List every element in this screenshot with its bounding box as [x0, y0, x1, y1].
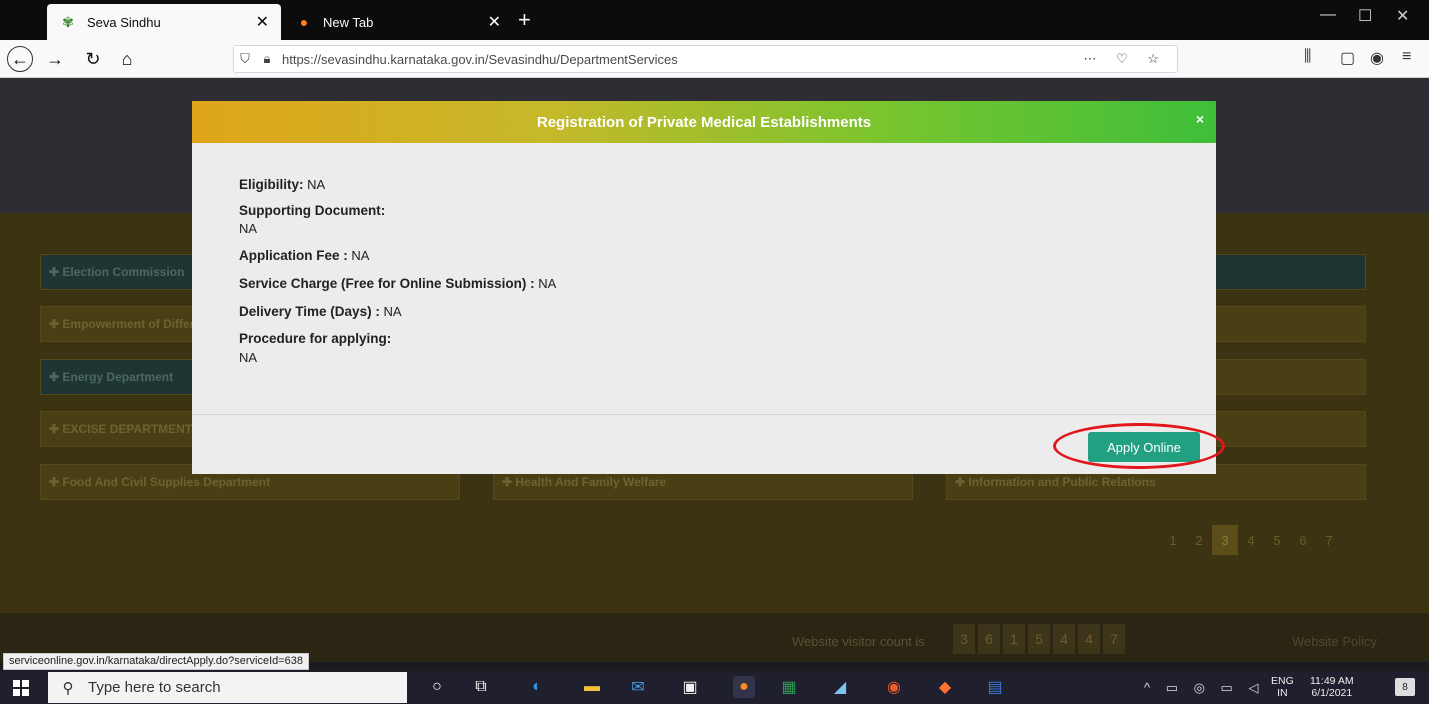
reload-icon[interactable]: ↻ — [80, 46, 106, 72]
close-window-icon[interactable]: ✕ — [1396, 6, 1409, 26]
page-6[interactable]: 6 — [1290, 525, 1316, 555]
visitor-count-label: Website visitor count is — [792, 634, 925, 649]
modal-divider — [192, 414, 1216, 415]
sidebar-icon[interactable]: ▢ — [1340, 48, 1355, 68]
pagination: 1 2 3 4 5 6 7 — [1160, 525, 1342, 555]
menu-icon[interactable]: ≡ — [1402, 48, 1411, 66]
visitor-digit: 1 — [1003, 624, 1025, 654]
annotation-highlight-circle — [1053, 423, 1225, 469]
tab-new-tab[interactable]: ● New Tab ✕ — [283, 4, 513, 40]
close-tab-icon[interactable]: ✕ — [488, 12, 501, 32]
task-view-icon[interactable]: ⧉ — [470, 676, 492, 698]
application-fee-row: Application Fee : NA — [239, 248, 370, 263]
close-icon[interactable]: × — [1196, 111, 1204, 127]
home-icon[interactable]: ⌂ — [114, 46, 140, 72]
browser-nav-bar: ← → ↻ ⌂ ⛉ 🔒︎ https://sevasindhu.karnatak… — [0, 40, 1429, 78]
forward-arrow-icon[interactable]: → — [42, 46, 68, 72]
visitor-digit: 4 — [1053, 624, 1075, 654]
taskbar-clock[interactable]: 11:49 AM 6/1/2021 — [1310, 675, 1354, 699]
visitor-count-digits: 3 6 1 5 4 4 7 — [953, 624, 1125, 654]
supporting-document-value: NA — [239, 221, 258, 236]
eligibility-row: Eligibility: NA — [239, 177, 326, 192]
link-status-bar: serviceonline.gov.in/karnataka/directApp… — [3, 653, 310, 670]
supporting-document-label: Supporting Document: — [239, 203, 386, 218]
service-info-modal: Registration of Private Medical Establis… — [192, 101, 1216, 474]
page-1[interactable]: 1 — [1160, 525, 1186, 555]
procedure-label: Procedure for applying: — [239, 331, 392, 346]
visitor-digit: 3 — [953, 624, 975, 654]
visitor-digit: 5 — [1028, 624, 1050, 654]
page-7[interactable]: 7 — [1316, 525, 1342, 555]
url-text[interactable]: https://sevasindhu.karnataka.gov.in/Seva… — [278, 52, 1083, 67]
url-bar[interactable]: ⛉ 🔒︎ https://sevasindhu.karnataka.gov.in… — [233, 45, 1178, 73]
new-tab-plus-icon[interactable]: + — [518, 7, 531, 33]
paint-icon[interactable]: ◆ — [934, 676, 956, 698]
service-charge-row: Service Charge (Free for Online Submissi… — [239, 276, 557, 291]
modal-title: Registration of Private Medical Establis… — [536, 113, 872, 131]
shield-icon[interactable]: ⛉ — [234, 51, 256, 67]
page-5[interactable]: 5 — [1264, 525, 1290, 555]
seva-sindhu-logo-icon: ✾ — [62, 13, 74, 30]
visitor-digit: 7 — [1103, 624, 1125, 654]
account-icon[interactable]: ◉ — [1370, 48, 1384, 68]
delivery-time-row: Delivery Time (Days) : NA — [239, 304, 402, 319]
close-tab-icon[interactable]: ✕ — [256, 12, 269, 32]
windows-taskbar: ⚲ Type here to search ○ ⧉ ◐ ▬ ✉ ▣ ● ▦ ◢ … — [0, 671, 1429, 704]
firefox-icon: ● — [299, 14, 309, 30]
firefox-taskbar-icon[interactable]: ● — [733, 676, 755, 698]
cortana-icon[interactable]: ○ — [426, 676, 448, 698]
tab-seva-sindhu[interactable]: ✾ Seva Sindhu ✕ — [47, 4, 281, 40]
taskbar-search-input[interactable]: ⚲ Type here to search — [48, 672, 407, 703]
website-policy-link[interactable]: Website Policy — [1292, 634, 1377, 649]
store-icon[interactable]: ▣ — [679, 676, 701, 698]
maximize-icon[interactable]: ☐ — [1358, 6, 1372, 26]
page-4[interactable]: 4 — [1238, 525, 1264, 555]
windows-start-icon[interactable] — [13, 680, 29, 696]
minimize-icon[interactable]: — — [1320, 6, 1336, 24]
chrome-icon[interactable]: ◉ — [883, 676, 905, 698]
modal-header: Registration of Private Medical Establis… — [192, 101, 1216, 143]
notifications-icon[interactable]: 8 — [1395, 678, 1415, 696]
mail-icon[interactable]: ✉ — [627, 676, 649, 698]
library-icon[interactable]: ⫼ — [1304, 48, 1311, 66]
lock-icon: 🔒︎ — [263, 51, 271, 66]
page-2[interactable]: 2 — [1186, 525, 1212, 555]
notepad-icon[interactable]: ◢ — [829, 676, 851, 698]
back-arrow-icon[interactable]: ← — [7, 46, 33, 72]
edge-icon[interactable]: ◐ — [526, 676, 548, 698]
browser-tab-bar: ✾ Seva Sindhu ✕ ● New Tab ✕ + — ☐ ✕ — [0, 0, 1429, 40]
visitor-digit: 4 — [1078, 624, 1100, 654]
page-3[interactable]: 3 — [1212, 525, 1238, 555]
excel-icon[interactable]: ▦ — [778, 676, 800, 698]
language-indicator[interactable]: ENG IN — [1271, 675, 1294, 699]
visitor-digit: 6 — [978, 624, 1000, 654]
page-actions-icon[interactable]: ⋯ ♡ ☆ — [1083, 51, 1177, 67]
search-icon: ⚲ — [62, 679, 74, 697]
system-tray-icons[interactable]: ^ ▭ ◎ ▭ ◁ — [1144, 680, 1264, 696]
file-explorer-icon[interactable]: ▬ — [581, 676, 603, 698]
procedure-value: NA — [239, 350, 258, 365]
word-icon[interactable]: ▤ — [984, 676, 1006, 698]
